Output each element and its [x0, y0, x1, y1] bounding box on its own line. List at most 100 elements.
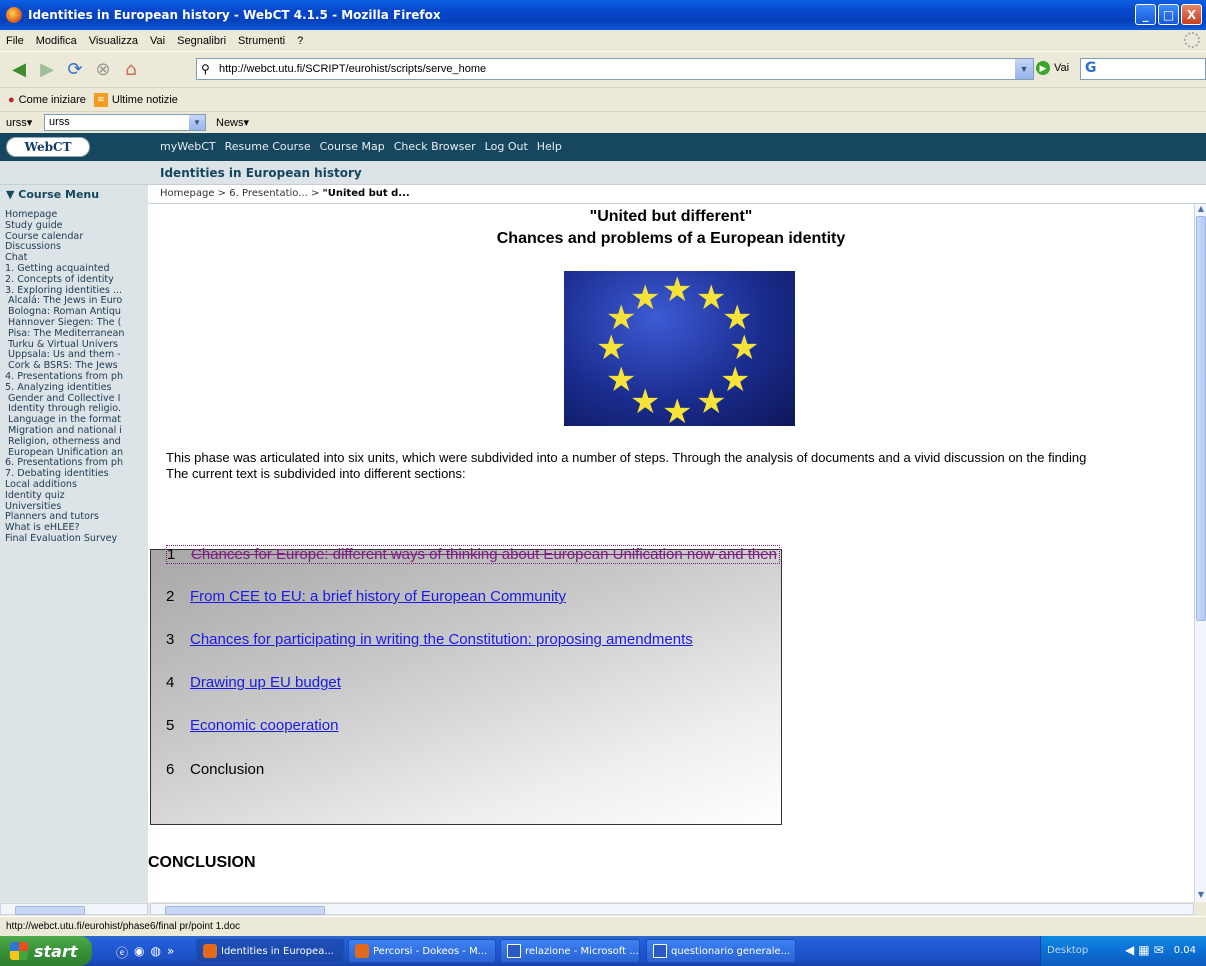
toc-item[interactable]: 4 Drawing up EU budget: [166, 674, 341, 691]
webct-header: WebCT myWebCT Resume Course Course Map C…: [0, 133, 1206, 161]
url-text[interactable]: http://webct.utu.fi/SCRIPT/eurohist/scri…: [219, 63, 486, 75]
nav-resume-course[interactable]: Resume Course: [225, 140, 311, 153]
page-title: "United but different": [589, 208, 753, 225]
chevron-right-icon[interactable]: »: [167, 944, 174, 961]
maximize-button[interactable]: □: [1158, 4, 1179, 25]
firefox-quicklaunch-icon[interactable]: ◍: [151, 944, 161, 961]
ie-icon[interactable]: ⓔ: [116, 944, 128, 961]
navigation-toolbar: ◀ ▶ ⟳ ⊗ ⌂ ⚲ http://webct.utu.fi/SCRIPT/e…: [0, 51, 1206, 87]
toc-text: Conclusion: [190, 761, 265, 778]
nav-help[interactable]: Help: [537, 140, 562, 153]
urss-select-value: urss: [49, 116, 70, 128]
tray-icons: ◀ ▦ ✉: [1125, 943, 1164, 957]
back-arrow-icon[interactable]: ◀: [6, 57, 32, 83]
vertical-scrollbar[interactable]: ▲ ▼: [1194, 204, 1206, 902]
chevron-down-icon[interactable]: ▼: [189, 115, 205, 130]
clock[interactable]: 0.04: [1174, 945, 1196, 956]
toc-link[interactable]: Drawing up EU budget: [190, 674, 341, 691]
toc-link[interactable]: From CEE to EU: a brief history of Europ…: [190, 588, 566, 605]
news-menu[interactable]: News▾: [216, 116, 249, 129]
window-titlebar[interactable]: Identities in European history - WebCT 4…: [0, 0, 1206, 30]
sidebar-subitem[interactable]: Pisa: The Mediterranean: [5, 328, 148, 340]
taskbar-item[interactable]: relazione - Microsoft ...: [500, 939, 640, 963]
taskbar-item[interactable]: Percorsi - Dokeos - M...: [348, 939, 496, 963]
breadcrumb: Homepage > 6. Presentatio... > "United b…: [160, 188, 410, 199]
bookmark-firefox-icon: ●: [8, 93, 15, 106]
taskbar-item-label: Identities in Europea...: [221, 945, 334, 957]
toc-number: 4: [166, 674, 175, 691]
word-document-icon: [507, 944, 521, 958]
nav-log-out[interactable]: Log Out: [485, 140, 528, 153]
scrollbar-thumb[interactable]: [165, 906, 325, 915]
url-dropdown-icon[interactable]: ▼: [1015, 59, 1033, 79]
mail-icon[interactable]: ✉: [1154, 943, 1164, 957]
taskbar-item[interactable]: Identities in Europea...: [196, 939, 344, 963]
toc-item[interactable]: 3 Chances for participating in writing th…: [166, 631, 693, 648]
start-button[interactable]: start: [0, 936, 92, 966]
firefox-icon: [203, 944, 217, 958]
urss-select[interactable]: urss ▼: [44, 114, 206, 131]
ie-alt-icon[interactable]: ◉: [134, 944, 144, 961]
menu-help[interactable]: ?: [291, 35, 309, 47]
course-menu-header[interactable]: ▼ Course Menu: [0, 185, 148, 204]
intro-text: This phase was articulated into six unit…: [166, 450, 1194, 482]
desktop-toolbar-label[interactable]: Desktop: [1047, 945, 1088, 956]
search-input[interactable]: G: [1080, 58, 1206, 80]
toc-link[interactable]: Chances for participating in writing the…: [190, 631, 693, 648]
network-icon[interactable]: ▦: [1138, 943, 1149, 957]
home-icon[interactable]: ⌂: [118, 57, 144, 83]
webct-nav: myWebCT Resume Course Course Map Check B…: [160, 140, 562, 153]
sidebar-item[interactable]: Study guide: [5, 220, 148, 232]
menu-modifica[interactable]: Modifica: [30, 35, 83, 47]
bookmark-come-iniziare[interactable]: Come iniziare: [19, 94, 86, 106]
scrollbar-thumb[interactable]: [1196, 216, 1206, 621]
forward-arrow-icon[interactable]: ▶: [34, 57, 60, 83]
toc-item[interactable]: 2 From CEE to EU: a brief history of Euro…: [166, 588, 566, 605]
minimize-button[interactable]: _: [1135, 4, 1156, 25]
menu-strumenti[interactable]: Strumenti: [232, 35, 291, 47]
toc-item[interactable]: 5 Economic cooperation: [166, 717, 338, 734]
sidebar-subitem[interactable]: Religion, otherness and: [5, 436, 148, 448]
urss-menu[interactable]: urss▾: [6, 116, 32, 129]
sidebar-item[interactable]: Identity quiz: [5, 490, 148, 502]
nav-check-browser[interactable]: Check Browser: [394, 140, 476, 153]
go-arrow-icon: ▶: [1036, 61, 1050, 75]
breadcrumb-path[interactable]: Homepage > 6. Presentatio... >: [160, 188, 323, 199]
eu-flag-image: ★ ★ ★ ★ ★ ★ ★ ★ ★ ★ ★ ★: [564, 271, 795, 426]
content-horizontal-scrollbar[interactable]: [150, 903, 1194, 915]
tray-back-icon[interactable]: ◀: [1125, 943, 1134, 957]
quick-launch: ⓔ ◉ ◍ »: [116, 944, 174, 961]
windows-logo-icon: [10, 942, 28, 960]
toc-number: 2: [166, 588, 175, 605]
webct-logo[interactable]: WebCT: [6, 137, 90, 157]
menu-file[interactable]: File: [0, 35, 30, 47]
scroll-down-icon[interactable]: ▼: [1195, 890, 1206, 902]
taskbar-item[interactable]: questionario generale...: [646, 939, 796, 963]
reload-icon[interactable]: ⟳: [62, 57, 88, 83]
sidebar-item[interactable]: 2. Concepts of identity: [5, 274, 148, 286]
sidebar-horizontal-scrollbar[interactable]: [0, 903, 148, 915]
toc-number: 6: [166, 761, 175, 778]
scroll-up-icon[interactable]: ▲: [1195, 204, 1206, 216]
menu-vai[interactable]: Vai: [144, 35, 171, 47]
nav-mywebct[interactable]: myWebCT: [160, 140, 216, 153]
toc-link[interactable]: Economic cooperation: [190, 717, 338, 734]
nav-course-map[interactable]: Course Map: [320, 140, 385, 153]
throbber-icon: [1184, 32, 1200, 48]
go-button[interactable]: ▶ Vai: [1036, 61, 1069, 75]
horizontal-scrollbars: [0, 902, 1206, 916]
stop-icon[interactable]: ⊗: [90, 57, 116, 83]
toc-link[interactable]: Chances for Europe: different ways of th…: [191, 546, 777, 563]
sidebar-item[interactable]: 5. Analyzing identities: [5, 382, 148, 394]
custom-toolbar: urss▾ urss ▼ News▾: [0, 111, 1206, 133]
toc-item[interactable]: 1 Chances for Europe: different ways of t…: [166, 545, 780, 564]
url-bar[interactable]: ⚲ http://webct.utu.fi/SCRIPT/eurohist/sc…: [196, 58, 1034, 80]
scrollbar-thumb[interactable]: [15, 906, 85, 915]
taskbar-item-label: questionario generale...: [671, 945, 791, 957]
bookmark-ultime-notizie[interactable]: Ultime notizie: [112, 94, 178, 106]
sidebar-item[interactable]: Final Evaluation Survey: [5, 533, 148, 545]
close-button[interactable]: X: [1181, 4, 1202, 25]
menu-segnalibri[interactable]: Segnalibri: [171, 35, 232, 47]
firefox-icon: [355, 944, 369, 958]
menu-visualizza[interactable]: Visualizza: [83, 35, 144, 47]
